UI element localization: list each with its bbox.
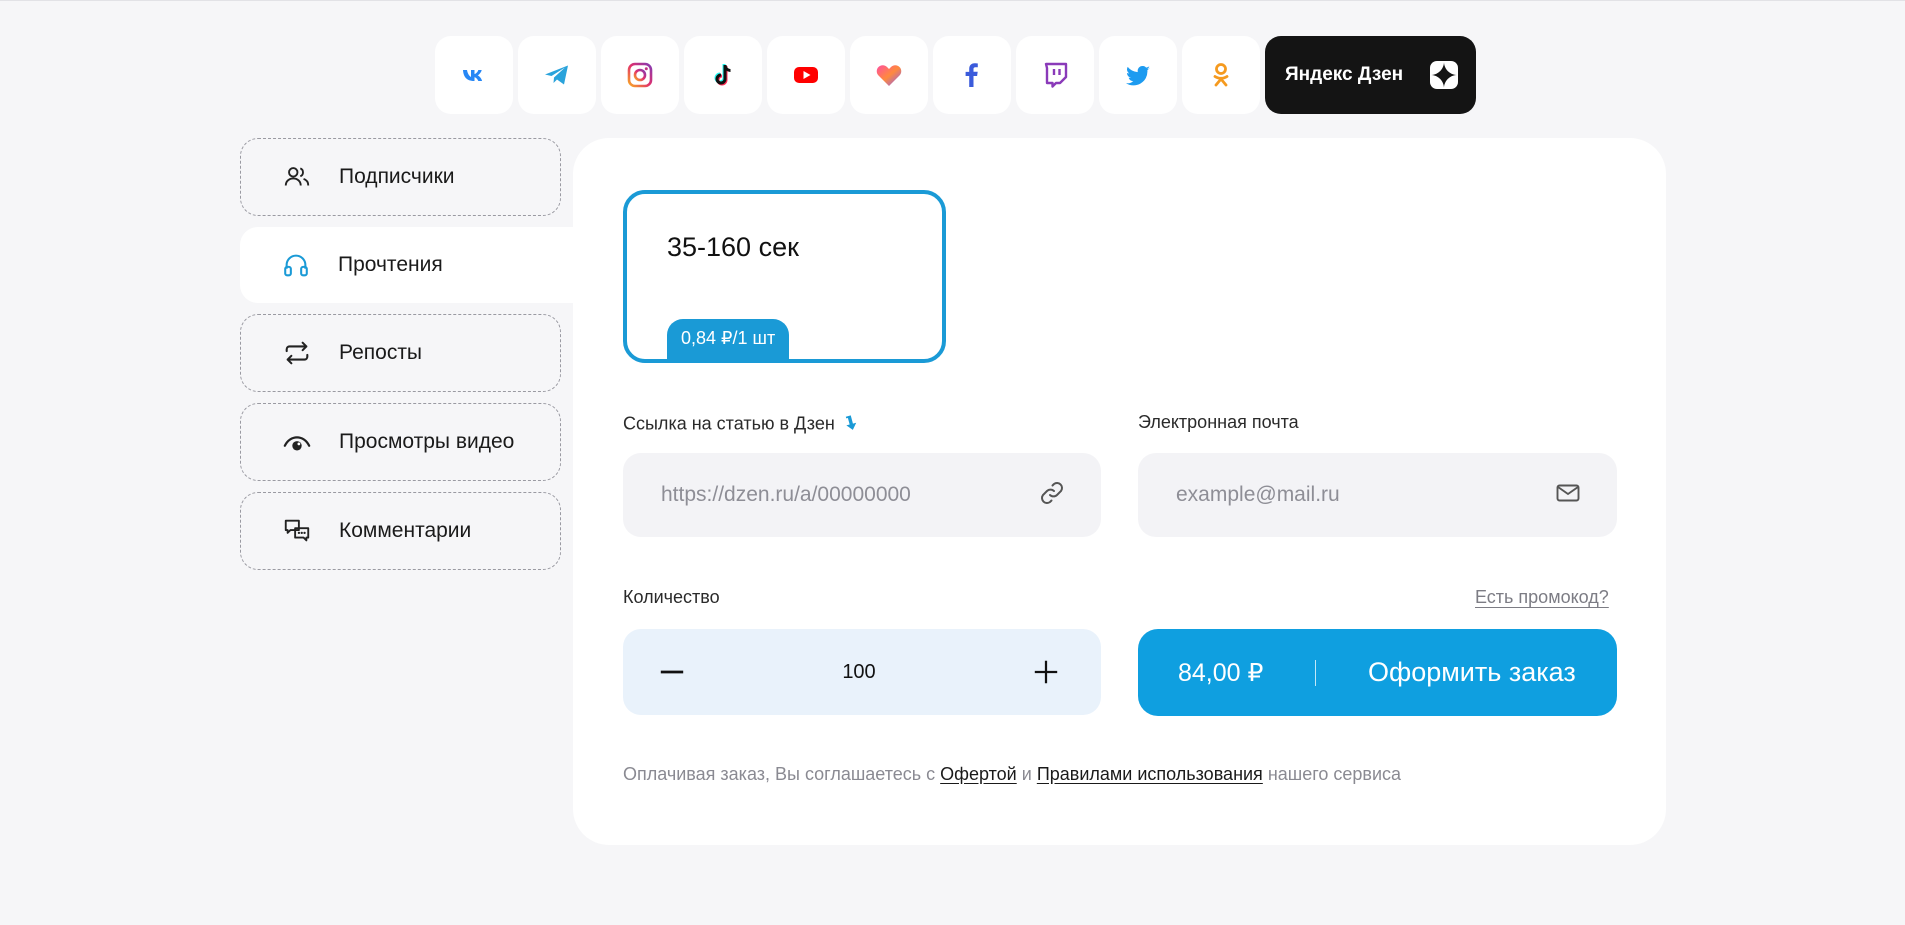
- sidebar-item-label: Подписчики: [339, 165, 455, 188]
- social-tab-telegram[interactable]: [518, 36, 596, 114]
- tariff-price-badge: 0,84 ₽/1 шт: [667, 319, 790, 359]
- link-field-label: Ссылка на статью в Дзен: [623, 412, 861, 437]
- vk-icon: [463, 70, 483, 81]
- social-tab-yandex-zen-label: Яндекс Дзен: [1285, 64, 1404, 85]
- minus-icon: [660, 670, 684, 674]
- social-network-tabs: Яндекс Дзен: [435, 36, 1476, 114]
- sidebar-item-label: Комментарии: [339, 519, 472, 542]
- tariff-card[interactable]: 35-160 сек 0,84 ₽/1 шт: [623, 190, 946, 363]
- likee-icon: [876, 65, 902, 86]
- quantity-label: Количество: [623, 587, 720, 607]
- social-tab-yandex-zen[interactable]: Яндекс Дзен: [1265, 36, 1476, 114]
- sidebar-item-comments[interactable]: Комментарии: [240, 492, 561, 570]
- youtube-icon: [794, 67, 818, 83]
- order-panel: 35-160 сек 0,84 ₽/1 шт Ссылка на статью …: [573, 138, 1666, 845]
- mail-icon: [1555, 480, 1581, 511]
- tariff-time: 35-160 сек: [667, 232, 799, 262]
- social-tab-odnoklassniki[interactable]: [1182, 36, 1260, 114]
- social-tab-youtube[interactable]: [767, 36, 845, 114]
- repost-icon: [281, 337, 313, 369]
- email-field: [1138, 453, 1617, 537]
- social-tab-instagram[interactable]: [601, 36, 679, 114]
- zen-icon: [1430, 61, 1458, 89]
- link-field: [623, 453, 1101, 537]
- social-tab-facebook[interactable]: [933, 36, 1011, 114]
- social-tab-tiktok[interactable]: [684, 36, 762, 114]
- social-tab-twitter[interactable]: [1099, 36, 1177, 114]
- consent-text: Оплачивая заказ, Вы соглашаетесь с Оферт…: [623, 764, 1402, 784]
- link-icon: [1039, 480, 1065, 511]
- eye-icon: [281, 426, 313, 458]
- email-input[interactable]: [1176, 483, 1496, 507]
- email-field-label: Электронная почта: [1138, 412, 1299, 432]
- users-icon: [281, 161, 313, 193]
- telegram-icon: [545, 65, 568, 85]
- sidebar-item-label: Прочтения: [338, 253, 443, 276]
- sidebar-item-reads[interactable]: Прочтения: [240, 227, 574, 303]
- headphones-icon: [280, 249, 312, 281]
- sidebar-item-label: Просмотры видео: [339, 430, 515, 453]
- top-divider: [0, 0, 1905, 1]
- offer-link[interactable]: Офертой: [940, 764, 1017, 784]
- comments-icon: [281, 515, 313, 547]
- quantity-stepper: 100: [623, 629, 1101, 715]
- odnoklassniki-icon: [1213, 63, 1229, 87]
- twitter-icon: [1126, 65, 1150, 86]
- place-order-button[interactable]: 84,00 ₽ Оформить заказ: [1138, 629, 1617, 716]
- order-total: 84,00 ₽: [1178, 658, 1264, 687]
- sidebar-item-video-views[interactable]: Просмотры видео: [240, 403, 561, 481]
- twitch-icon: [1044, 62, 1068, 88]
- sidebar-item-label: Репосты: [339, 341, 423, 364]
- order-button-label: Оформить заказ: [1368, 657, 1576, 687]
- decrease-button[interactable]: [657, 657, 687, 687]
- instagram-icon: [627, 62, 653, 88]
- arrow-down-icon: [844, 412, 861, 437]
- sidebar-item-reposts[interactable]: Репосты: [240, 314, 561, 392]
- article-link-input[interactable]: [661, 483, 981, 507]
- facebook-icon: [965, 63, 978, 87]
- service-sidebar: Подписчики Прочтения Репосты Просмотры в…: [240, 138, 574, 581]
- increase-button[interactable]: [1031, 657, 1061, 687]
- promo-code-link[interactable]: Есть промокод?: [1475, 587, 1609, 608]
- tiktok-icon: [714, 64, 731, 86]
- plus-icon: [1034, 660, 1058, 684]
- rules-link[interactable]: Правилами использования: [1037, 764, 1263, 784]
- social-tab-vk[interactable]: [435, 36, 513, 114]
- quantity-value[interactable]: 100: [842, 661, 875, 684]
- sidebar-item-subscribers[interactable]: Подписчики: [240, 138, 561, 216]
- social-tab-twitch[interactable]: [1016, 36, 1094, 114]
- social-tab-likee[interactable]: [850, 36, 928, 114]
